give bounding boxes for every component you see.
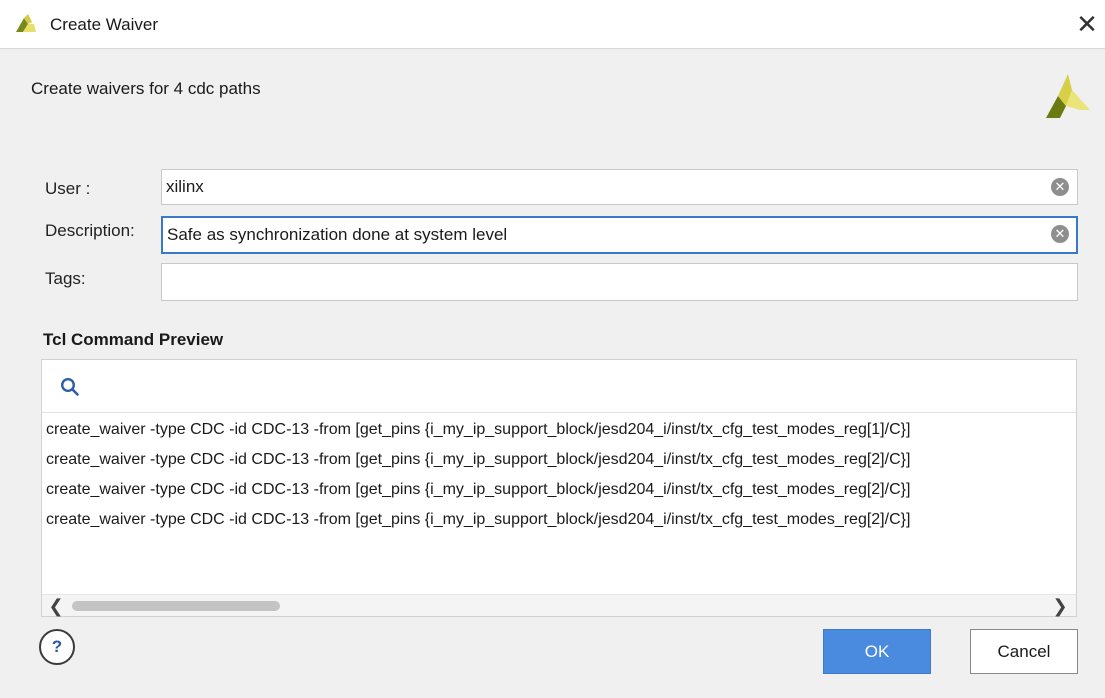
- close-button[interactable]: ✕: [1072, 8, 1102, 40]
- user-field-container: ✕: [161, 169, 1078, 205]
- cancel-button[interactable]: Cancel: [970, 629, 1078, 674]
- ok-button[interactable]: OK: [823, 629, 931, 674]
- scroll-left-icon[interactable]: ❮: [46, 595, 66, 617]
- description-field[interactable]: [163, 218, 1043, 252]
- tcl-preview-panel: create_waiver -type CDC -id CDC-13 -from…: [41, 359, 1077, 617]
- preview-search-bar: [42, 360, 1076, 413]
- user-field[interactable]: [162, 170, 1042, 204]
- scroll-right-icon[interactable]: ❯: [1050, 595, 1070, 617]
- help-button[interactable]: ?: [39, 629, 75, 665]
- window-title: Create Waiver: [50, 15, 159, 34]
- tags-field-container: [161, 263, 1078, 301]
- xilinx-logo-icon: [16, 14, 36, 32]
- tcl-command-line: create_waiver -type CDC -id CDC-13 -from…: [46, 451, 911, 468]
- horizontal-scrollbar[interactable]: ❮ ❯: [42, 594, 1076, 616]
- user-label: User :: [45, 179, 91, 198]
- title-bar: Create Waiver ✕: [0, 0, 1105, 49]
- tcl-command-line: create_waiver -type CDC -id CDC-13 -from…: [46, 481, 911, 498]
- tags-label: Tags:: [45, 269, 86, 288]
- clear-user-icon[interactable]: ✕: [1051, 178, 1069, 196]
- tcl-command-line: create_waiver -type CDC -id CDC-13 -from…: [46, 421, 911, 438]
- tcl-command-line: create_waiver -type CDC -id CDC-13 -from…: [46, 511, 911, 528]
- search-icon[interactable]: [60, 377, 80, 397]
- clear-description-icon[interactable]: ✕: [1051, 225, 1069, 243]
- preview-title: Tcl Command Preview: [43, 330, 224, 349]
- tags-field[interactable]: [162, 264, 1042, 300]
- banner-message: Create waivers for 4 cdc paths: [31, 79, 261, 98]
- close-icon: ✕: [1076, 9, 1098, 39]
- scrollbar-thumb[interactable]: [72, 601, 280, 611]
- description-field-container: ✕: [161, 216, 1078, 254]
- description-label: Description:: [45, 221, 135, 240]
- xilinx-logo-icon: [1046, 74, 1090, 118]
